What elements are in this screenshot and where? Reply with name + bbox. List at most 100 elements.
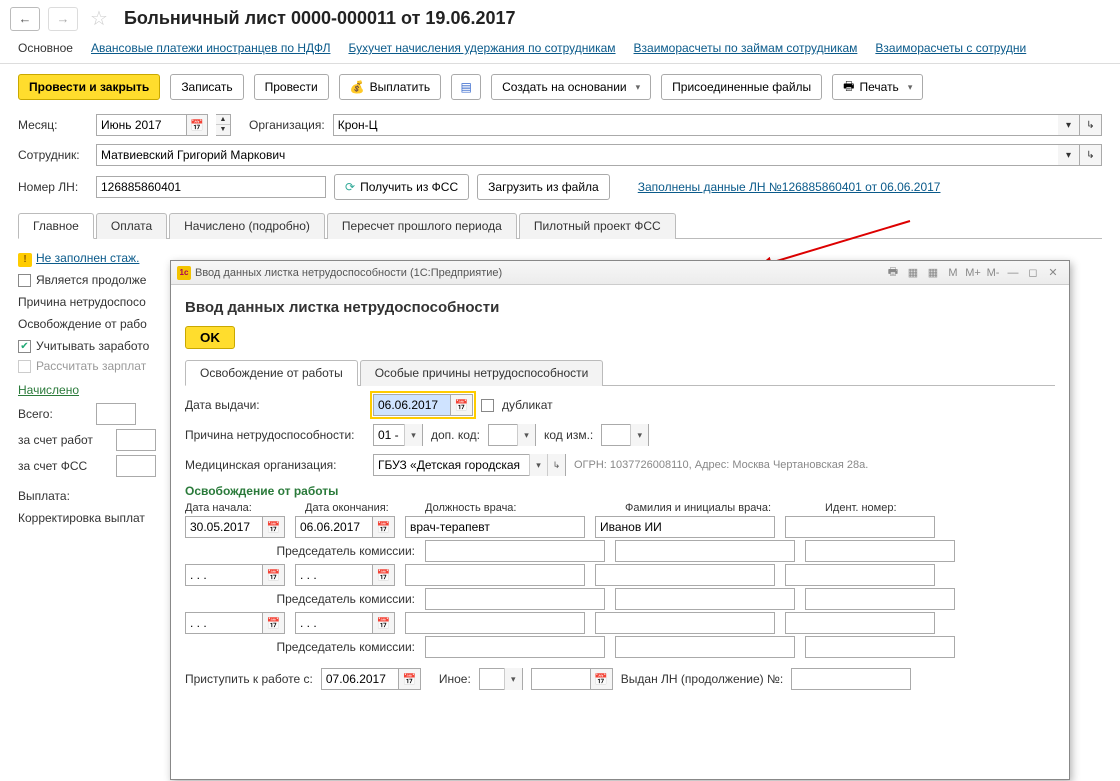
r1-id-input[interactable] (785, 516, 935, 538)
employee-open-button[interactable]: ↳ (1080, 144, 1102, 166)
r3-name-input[interactable] (595, 612, 775, 634)
issue-date-cal-icon[interactable]: 📅 (451, 394, 473, 416)
r2-end-cal[interactable]: 📅 (373, 564, 395, 586)
toolbar-cal2-icon[interactable]: ▦ (923, 264, 943, 282)
is-continuation-checkbox[interactable] (18, 274, 31, 287)
chgcode-dd[interactable]: ▾ (630, 424, 648, 446)
r2-chair-id-input[interactable] (805, 588, 955, 610)
nav-forward-button[interactable]: → (48, 7, 78, 31)
tab-accrued[interactable]: Начислено (подробно) (169, 213, 325, 239)
tab-main[interactable]: Главное (18, 213, 94, 239)
medorg-open[interactable]: ↳ (547, 454, 565, 476)
pay-button[interactable]: 💰Выплатить (339, 74, 441, 100)
close-icon[interactable]: ✕ (1043, 264, 1063, 282)
org-open-button[interactable]: ↳ (1080, 114, 1102, 136)
r1-position-input[interactable] (405, 516, 585, 538)
employer-part-input[interactable] (116, 429, 156, 451)
r2-chair-pos-input[interactable] (425, 588, 605, 610)
reason-code-dd[interactable]: ▾ (404, 424, 422, 446)
employee-input[interactable] (96, 144, 1058, 166)
reason-code-input[interactable] (374, 425, 404, 445)
r3-position-input[interactable] (405, 612, 585, 634)
attached-files-button[interactable]: Присоединенные файлы (661, 74, 822, 100)
r2-start-cal[interactable]: 📅 (263, 564, 285, 586)
tab-recalc[interactable]: Пересчет прошлого периода (327, 213, 517, 239)
get-from-fss-button[interactable]: ⟳Получить из ФСС (334, 174, 469, 200)
r1-end-input[interactable] (295, 516, 373, 538)
r3-start-input[interactable] (185, 612, 263, 634)
r2-id-input[interactable] (785, 564, 935, 586)
modal-tab-release[interactable]: Освобождение от работы (185, 360, 358, 386)
r2-position-input[interactable] (405, 564, 585, 586)
cont-ln-input[interactable] (791, 668, 911, 690)
r1-chair-name-input[interactable] (615, 540, 795, 562)
toolbar-print-icon[interactable]: 🖶 (883, 264, 903, 282)
modal-tab-special[interactable]: Особые причины нетрудоспособности (360, 360, 604, 386)
return-date-cal[interactable]: 📅 (399, 668, 421, 690)
addcode-dd[interactable]: ▾ (517, 424, 535, 446)
r3-chair-pos-input[interactable] (425, 636, 605, 658)
chgcode-input[interactable] (602, 425, 630, 445)
toolbar-mminus-icon[interactable]: M- (983, 264, 1003, 282)
r2-chair-name-input[interactable] (615, 588, 795, 610)
r3-chair-id-input[interactable] (805, 636, 955, 658)
other-input[interactable] (480, 669, 504, 689)
toolbar-mplus-icon[interactable]: M+ (963, 264, 983, 282)
calendar-icon[interactable]: 📅 (186, 114, 208, 136)
r1-start-input[interactable] (185, 516, 263, 538)
other-dd[interactable]: ▾ (504, 668, 522, 690)
total-input[interactable] (96, 403, 136, 425)
r3-start-cal[interactable]: 📅 (263, 612, 285, 634)
favorite-star-icon[interactable]: ☆ (90, 6, 108, 31)
fss-part-input[interactable] (116, 455, 156, 477)
warning-link[interactable]: Не заполнен стаж. (36, 251, 139, 265)
toolbar-cal1-icon[interactable]: ▦ (903, 264, 923, 282)
ln-data-link[interactable]: Заполнены данные ЛН №126885860401 от 06.… (638, 180, 941, 194)
return-date-input[interactable] (321, 668, 399, 690)
use-earnings-checkbox[interactable]: ✔ (18, 340, 31, 353)
r2-end-input[interactable] (295, 564, 373, 586)
ok-button[interactable]: OK (185, 326, 235, 349)
tab-payment[interactable]: Оплата (96, 213, 167, 239)
navlink-loans[interactable]: Взаиморасчеты по займам сотрудникам (634, 41, 858, 55)
ln-number-input[interactable] (96, 176, 326, 198)
report-icon-button[interactable]: ▤ (451, 74, 481, 100)
month-spinner[interactable]: ▲▼ (216, 114, 231, 136)
medorg-dd[interactable]: ▾ (529, 454, 547, 476)
maximize-icon[interactable]: ◻ (1023, 264, 1043, 282)
tab-fss-pilot[interactable]: Пилотный проект ФСС (519, 213, 676, 239)
save-button[interactable]: Записать (170, 74, 243, 100)
navlink-settlements[interactable]: Взаиморасчеты с сотрудни (875, 41, 1026, 55)
load-from-file-button[interactable]: Загрузить из файла (477, 174, 610, 200)
org-input[interactable] (333, 114, 1058, 136)
r1-end-cal[interactable]: 📅 (373, 516, 395, 538)
r1-name-input[interactable] (595, 516, 775, 538)
r1-chair-pos-input[interactable] (425, 540, 605, 562)
addcode-input[interactable] (489, 425, 517, 445)
r3-end-cal[interactable]: 📅 (373, 612, 395, 634)
org-dropdown-button[interactable]: ▾ (1058, 114, 1080, 136)
navlink-advance[interactable]: Авансовые платежи иностранцев по НДФЛ (91, 41, 330, 55)
issue-date-input[interactable] (373, 394, 451, 416)
r3-end-input[interactable] (295, 612, 373, 634)
employee-dropdown-button[interactable]: ▾ (1058, 144, 1080, 166)
post-button[interactable]: Провести (254, 74, 329, 100)
r1-chair-id-input[interactable] (805, 540, 955, 562)
toolbar-m-icon[interactable]: M (943, 264, 963, 282)
print-button[interactable]: 🖶Печать (832, 74, 923, 100)
post-and-close-button[interactable]: Провести и закрыть (18, 74, 160, 100)
r1-start-cal[interactable]: 📅 (263, 516, 285, 538)
navlink-main[interactable]: Основное (18, 41, 73, 55)
r3-chair-name-input[interactable] (615, 636, 795, 658)
other-date-input[interactable] (531, 668, 591, 690)
r3-id-input[interactable] (785, 612, 935, 634)
navlink-accounting[interactable]: Бухучет начисления удержания по сотрудни… (348, 41, 615, 55)
medorg-input[interactable] (374, 455, 529, 475)
nav-back-button[interactable]: ← (10, 7, 40, 31)
r2-name-input[interactable] (595, 564, 775, 586)
create-based-button[interactable]: Создать на основании (491, 74, 651, 100)
minimize-icon[interactable]: — (1003, 264, 1023, 282)
month-input[interactable] (96, 114, 186, 136)
r2-start-input[interactable] (185, 564, 263, 586)
other-date-cal[interactable]: 📅 (591, 668, 613, 690)
